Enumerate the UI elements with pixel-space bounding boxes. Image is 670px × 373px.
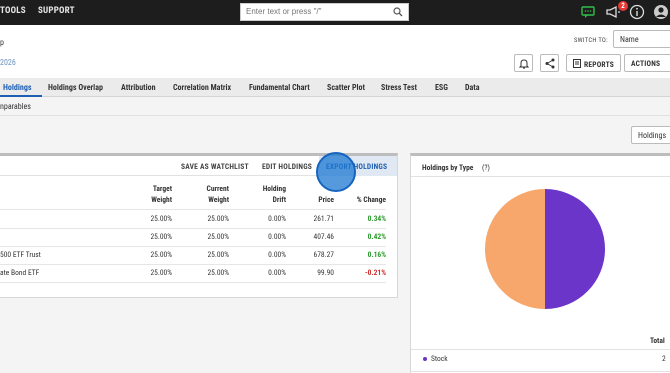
tab-holdings[interactable]: Holdings: [3, 83, 31, 92]
switch-to-select[interactable]: Name: [613, 30, 670, 48]
cell-price: 99.90: [317, 268, 334, 277]
tab-scatter-plot[interactable]: Scatter Plot: [327, 83, 365, 92]
share-button[interactable]: [540, 54, 559, 72]
cell-target: 25.00%: [150, 268, 172, 277]
search-box[interactable]: [240, 3, 409, 21]
cell-current: 25.00%: [207, 232, 229, 241]
tab-bar: Holdings Holdings Overlap Attribution Co…: [0, 78, 670, 97]
divider: [0, 209, 386, 210]
divider: [411, 371, 670, 372]
divider: [0, 282, 386, 283]
tab-correlation-matrix[interactable]: Correlation Matrix: [173, 83, 231, 92]
chat-icon[interactable]: [580, 4, 596, 20]
cell-current: 25.00%: [207, 214, 229, 223]
switch-to-label: SWITCH TO:: [574, 36, 608, 44]
divider: [0, 115, 670, 116]
subtab-comparables[interactable]: nparables: [0, 102, 31, 111]
divider: [411, 349, 670, 350]
legend-count: 2: [662, 354, 666, 363]
cell-price: 678.27: [313, 250, 335, 259]
cell-drift: 0.00%: [268, 232, 286, 241]
holdings-pie-chart: [485, 189, 605, 309]
top-navigation-bar: TOOLS SUPPORT 2: [0, 0, 670, 25]
alert-button[interactable]: [514, 54, 533, 72]
legend-label: Stock: [431, 354, 448, 363]
click-indicator: [316, 152, 356, 192]
info-icon[interactable]: [629, 4, 645, 20]
tab-holdings-overlap[interactable]: Holdings Overlap: [48, 83, 103, 92]
search-icon[interactable]: [393, 7, 403, 17]
cell-change: 0.42%: [367, 232, 386, 241]
tab-fundamental-chart[interactable]: Fundamental Chart: [249, 83, 310, 92]
tab-attribution[interactable]: Attribution: [121, 83, 156, 92]
header-price[interactable]: Price: [284, 194, 334, 205]
holdings-dropdown[interactable]: Holdings: [631, 126, 670, 144]
panel-title: Holdings by Type: [422, 163, 474, 172]
header-target-weight[interactable]: Target Weight: [120, 183, 172, 205]
user-avatar-icon[interactable]: [653, 4, 669, 20]
cell-drift: 0.00%: [268, 214, 286, 223]
active-tab-indicator: [0, 95, 42, 97]
reports-button[interactable]: REPORTS: [566, 54, 622, 72]
cell-target: 25.00%: [150, 214, 172, 223]
tab-esg[interactable]: ESG: [435, 83, 448, 92]
divider: [411, 176, 670, 177]
pie-slice-stock[interactable]: [545, 189, 605, 309]
actions-button[interactable]: ACTIONS: [624, 54, 670, 72]
search-input[interactable]: [246, 7, 386, 16]
cell-name[interactable]: ate Bond ETF: [0, 268, 39, 277]
save-as-watchlist-link[interactable]: SAVE AS WATCHLIST: [181, 162, 249, 171]
cell-price: 407.46: [313, 232, 335, 241]
pie-slice-etf[interactable]: [485, 189, 545, 309]
cell-current: 25.00%: [207, 250, 229, 259]
tab-data[interactable]: Data: [465, 83, 480, 92]
share-icon: [545, 58, 555, 69]
header-current-weight[interactable]: Current Weight: [177, 183, 229, 205]
cell-drift: 0.00%: [268, 250, 286, 259]
bell-icon: [519, 59, 529, 69]
cell-current: 25.00%: [207, 268, 229, 277]
tab-stress-test[interactable]: Stress Test: [381, 83, 417, 92]
nav-tools[interactable]: TOOLS: [0, 6, 26, 16]
portfolio-title: p: [0, 38, 4, 47]
cell-price: 261.71: [313, 214, 335, 223]
reports-label: REPORTS: [584, 60, 615, 69]
cell-target: 25.00%: [150, 250, 172, 259]
page-header: p 2026 SWITCH TO: Name REPORTS ACTIONS: [0, 25, 670, 78]
holdings-by-type-panel: Holdings by Type (?) Total Stock 2: [410, 153, 670, 373]
document-icon: [573, 59, 581, 68]
header-holding-drift[interactable]: Holding Drift: [234, 183, 286, 205]
cell-name[interactable]: 500 ETF Trust: [0, 250, 41, 259]
cell-change: 0.34%: [367, 214, 386, 223]
portfolio-date: 2026: [0, 58, 16, 67]
cell-change: -0.21%: [364, 268, 386, 277]
header-change[interactable]: % Change: [336, 194, 386, 205]
cell-target: 25.00%: [150, 232, 172, 241]
edit-holdings-link[interactable]: EDIT HOLDINGS: [262, 162, 312, 171]
help-link[interactable]: (?): [482, 163, 490, 172]
notification-badge: 2: [618, 1, 628, 11]
total-header: Total: [650, 336, 665, 345]
cell-change: 0.16%: [367, 250, 386, 259]
divider: [0, 264, 386, 265]
legend-dot: [423, 357, 427, 361]
cell-drift: 0.00%: [268, 268, 286, 277]
divider: [0, 246, 386, 247]
nav-support[interactable]: SUPPORT: [38, 6, 75, 16]
divider: [0, 228, 386, 229]
